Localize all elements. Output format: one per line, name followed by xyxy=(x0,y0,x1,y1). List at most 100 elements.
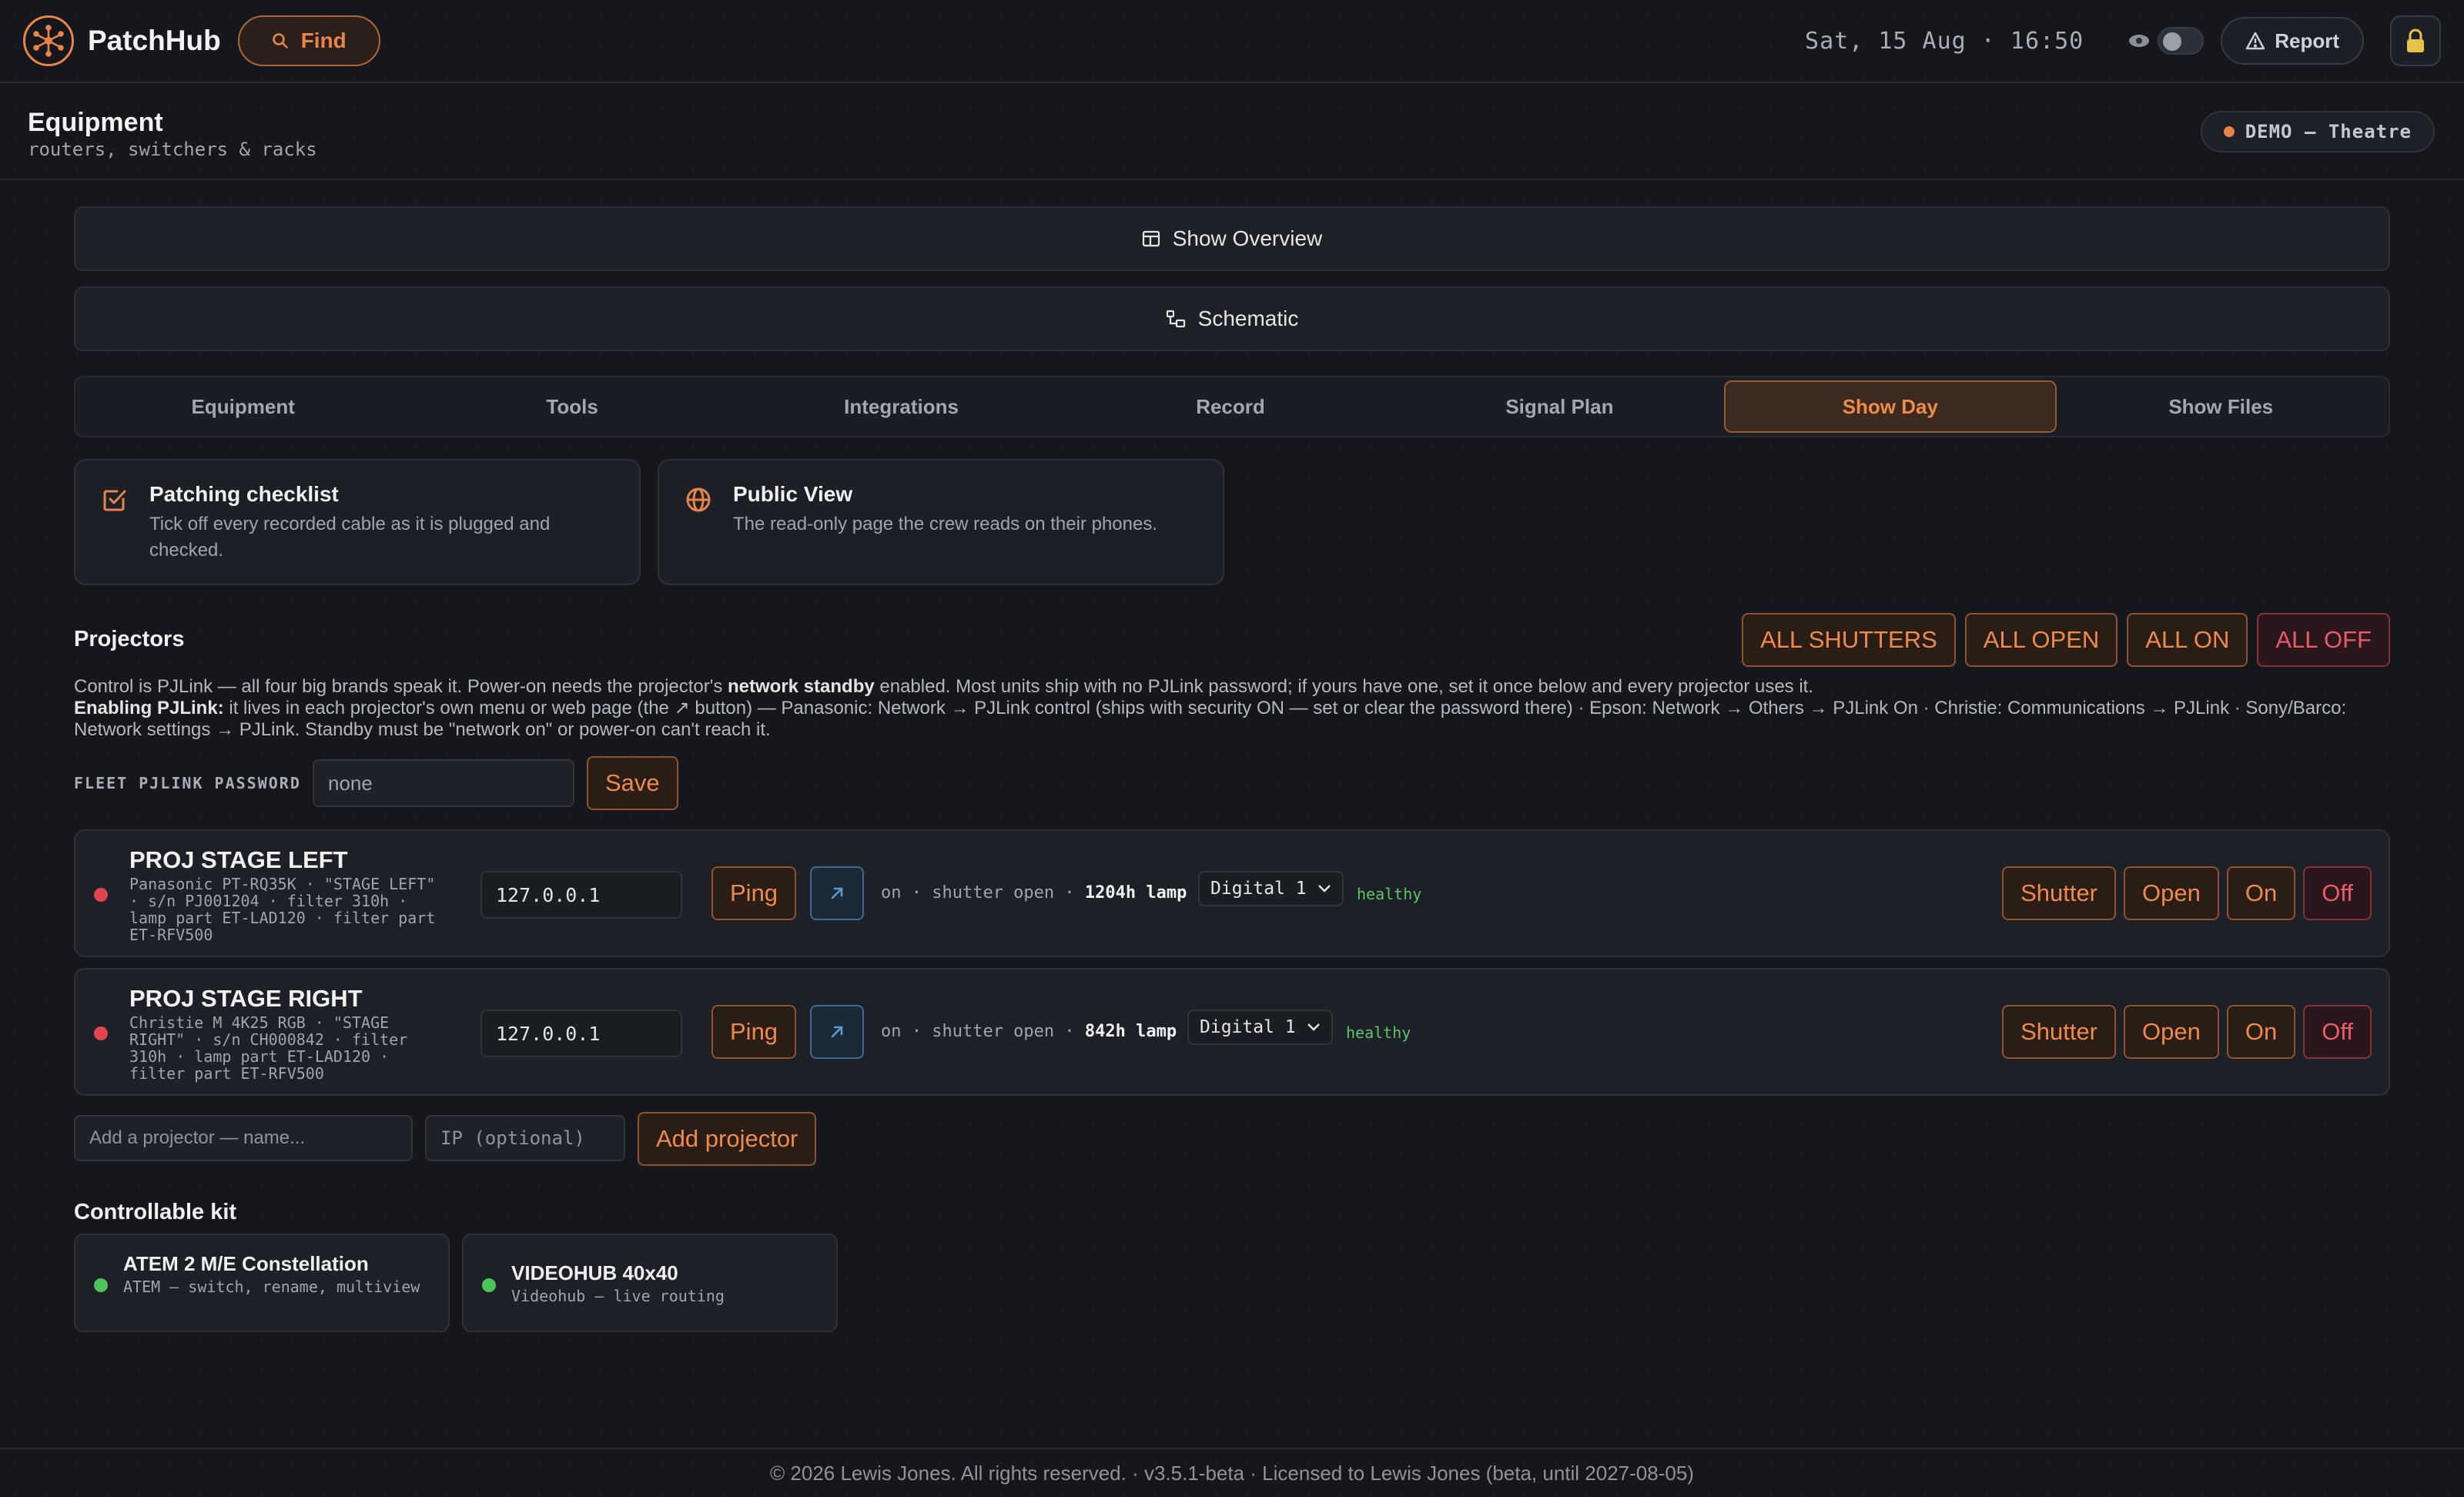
tab-integrations[interactable]: Integrations xyxy=(737,380,1066,433)
toggle-switch[interactable] xyxy=(2158,27,2205,55)
help-text: it lives in each projector's own menu or… xyxy=(74,698,2347,740)
input-select-value: Digital 1 xyxy=(1200,1017,1296,1037)
schematic-icon xyxy=(1166,310,1185,328)
kit-item-description: Videohub — live routing xyxy=(511,1287,725,1305)
fleet-password-input[interactable]: none xyxy=(313,759,574,807)
projector-row: PROJ STAGE LEFT Panasonic PT-RQ35K · "ST… xyxy=(74,829,2390,957)
section-tabs: Equipment Tools Integrations Record Sign… xyxy=(74,376,2390,437)
projector-status: on · shutter open · 842h lamp xyxy=(881,1022,1177,1041)
clock: Sat, 15 Aug · 16:50 xyxy=(1805,27,2084,55)
app-name: PatchHub xyxy=(88,25,221,56)
chevron-down-icon xyxy=(1317,885,1331,893)
public-view-card[interactable]: Public View The read-only page the crew … xyxy=(658,459,1224,585)
status-dot xyxy=(94,1278,108,1292)
all-open-button[interactable]: ALL OPEN xyxy=(1964,613,2118,667)
open-web-page-button[interactable] xyxy=(810,866,864,920)
projector-row: PROJ STAGE RIGHT Christie M 4K25 RGB · "… xyxy=(74,968,2390,1096)
input-select[interactable]: Digital 1 xyxy=(1187,1010,1333,1045)
card-title: Patching checklist xyxy=(149,482,339,506)
all-shutters-button[interactable]: ALL SHUTTERS xyxy=(1742,613,1956,667)
tab-tools[interactable]: Tools xyxy=(407,380,736,433)
report-button[interactable]: Report xyxy=(2221,17,2364,65)
tab-signal-plan[interactable]: Signal Plan xyxy=(1395,380,1724,433)
shutter-button[interactable]: Shutter xyxy=(2002,1005,2117,1059)
schematic-label: Schematic xyxy=(1197,306,1299,330)
health-status: healthy xyxy=(1357,885,1422,903)
toggle-knob xyxy=(2163,32,2182,51)
help-emphasis: network standby xyxy=(728,676,875,697)
all-on-button[interactable]: ALL ON xyxy=(2127,613,2248,667)
tab-record[interactable]: Record xyxy=(1066,380,1394,433)
input-select[interactable]: Digital 1 xyxy=(1198,871,1344,906)
report-button-label: Report xyxy=(2275,28,2339,52)
shutter-button[interactable]: Shutter xyxy=(2002,866,2117,920)
projector-status: on · shutter open · 1204h lamp xyxy=(881,883,1187,903)
help-text: Control is PJLink — all four big brands … xyxy=(74,676,728,697)
off-button[interactable]: Off xyxy=(2303,866,2372,920)
demo-badge[interactable]: DEMO — Theatre xyxy=(2200,111,2435,152)
all-off-button[interactable]: ALL OFF xyxy=(2257,613,2390,667)
projector-meta: Panasonic PT-RQ35K · "STAGE LEFT" · s/n … xyxy=(129,875,436,944)
top-bar: PatchHub Find Sat, 15 Aug · 16:50 Report xyxy=(0,0,2464,83)
tab-show-day[interactable]: Show Day xyxy=(1724,380,2057,433)
show-overview-button[interactable]: Show Overview xyxy=(74,206,2390,271)
page-title: Equipment xyxy=(28,108,163,137)
state-text: on · shutter open · xyxy=(881,1022,1085,1041)
projectors-heading: Projectors xyxy=(74,627,185,651)
kit-item-name: ATEM 2 M/E Constellation xyxy=(123,1252,369,1275)
lamp-hours: 842h lamp xyxy=(1084,1022,1177,1041)
kit-item-atem[interactable]: ATEM 2 M/E Constellation ATEM — switch, … xyxy=(74,1234,450,1332)
open-button[interactable]: Open xyxy=(2124,1005,2219,1059)
fleet-controls: ALL SHUTTERS ALL OPEN ALL ON ALL OFF xyxy=(1742,613,2390,667)
tab-show-files[interactable]: Show Files xyxy=(2057,380,2385,433)
add-projector-ip-input[interactable]: IP (optional) xyxy=(425,1115,625,1161)
projector-actions: Shutter Open On Off xyxy=(2002,866,2372,920)
input-select-value: Digital 1 xyxy=(1210,879,1307,899)
find-button-label: Find xyxy=(300,28,346,52)
lock-icon xyxy=(2407,28,2424,52)
projector-actions: Shutter Open On Off xyxy=(2002,1005,2372,1059)
demo-badge-label: DEMO — Theatre xyxy=(2245,121,2412,142)
status-dot xyxy=(94,1026,108,1040)
patching-checklist-card[interactable]: Patching checklist Tick off every record… xyxy=(74,459,641,585)
lock-button[interactable] xyxy=(2390,15,2441,66)
card-title: Public View xyxy=(733,482,853,506)
theme-toggle[interactable] xyxy=(2128,27,2205,55)
help-text: enabled. Most units ship with no PJLink … xyxy=(874,676,1814,697)
health-status: healthy xyxy=(1346,1023,1411,1042)
find-button[interactable]: Find xyxy=(237,15,380,66)
kit-item-videohub[interactable]: VIDEOHUB 40x40 Videohub — live routing xyxy=(462,1234,838,1332)
eye-icon xyxy=(2129,35,2150,47)
help-emphasis: Enabling PJLink: xyxy=(74,698,224,718)
status-dot xyxy=(94,888,108,902)
off-button[interactable]: Off xyxy=(2303,1005,2372,1059)
add-projector-button[interactable]: Add projector xyxy=(638,1112,817,1166)
chevron-down-icon xyxy=(1307,1023,1320,1031)
warning-icon xyxy=(2246,32,2265,50)
projector-meta: Christie M 4K25 RGB · "STAGE RIGHT" · s/… xyxy=(129,1013,408,1083)
patchhub-logo-icon[interactable] xyxy=(23,15,74,66)
checkbox-icon xyxy=(103,490,126,511)
schematic-button[interactable]: Schematic xyxy=(74,286,2390,351)
page-header: Equipment routers, switchers & racks DEM… xyxy=(0,85,2464,180)
tab-equipment[interactable]: Equipment xyxy=(79,380,407,433)
on-button[interactable]: On xyxy=(2226,866,2296,920)
lamp-hours: 1204h lamp xyxy=(1084,883,1187,903)
external-link-icon xyxy=(831,1026,843,1038)
open-button[interactable]: Open xyxy=(2124,866,2219,920)
ping-button[interactable]: Ping xyxy=(711,866,797,920)
projector-ip-input[interactable]: 127.0.0.1 xyxy=(480,871,682,919)
fleet-password-label: FLEET PJLINK PASSWORD xyxy=(74,774,301,792)
save-password-button[interactable]: Save xyxy=(587,756,678,810)
show-overview-label: Show Overview xyxy=(1172,226,1323,250)
kit-item-description: ATEM — switch, rename, multiview xyxy=(123,1278,420,1296)
footer: © 2026 Lewis Jones. All rights reserved.… xyxy=(0,1448,2464,1497)
kit-item-name: VIDEOHUB 40x40 xyxy=(511,1261,678,1284)
projector-name: PROJ STAGE RIGHT xyxy=(129,985,363,1012)
ping-button[interactable]: Ping xyxy=(711,1005,797,1059)
projector-ip-input[interactable]: 127.0.0.1 xyxy=(480,1010,682,1057)
card-description: The read-only page the crew reads on the… xyxy=(733,514,1158,534)
add-projector-name-input[interactable]: Add a projector — name... xyxy=(74,1115,413,1161)
on-button[interactable]: On xyxy=(2226,1005,2296,1059)
open-web-page-button[interactable] xyxy=(810,1005,864,1059)
